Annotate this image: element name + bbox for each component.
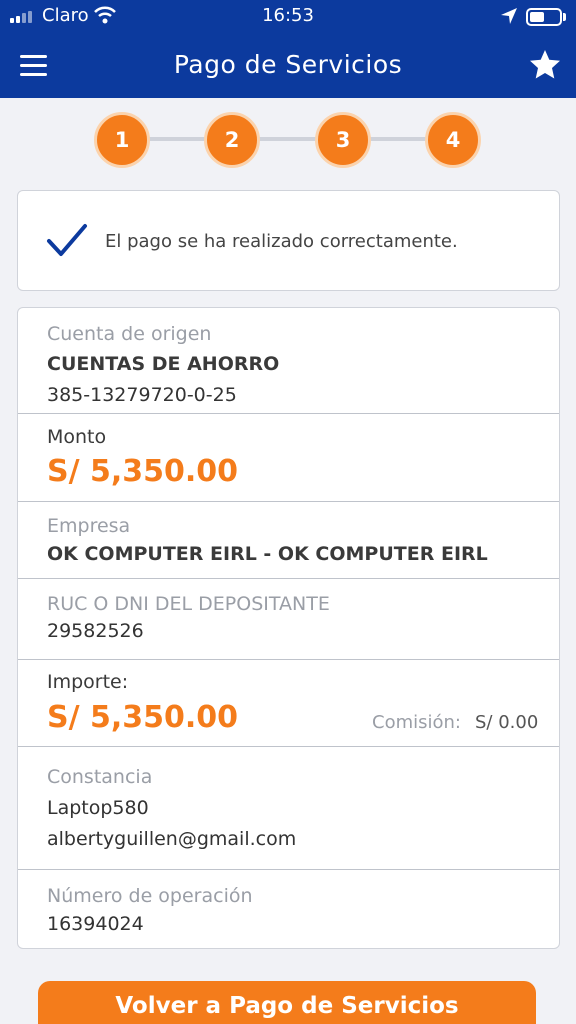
- receipt-section: Constancia Laptop580 albertyguillen@gmai…: [18, 747, 559, 870]
- operation-section: Número de operación 16394024: [18, 870, 559, 948]
- star-icon[interactable]: [528, 48, 562, 82]
- import-section: Importe: S/ 5,350.00 Comisión: S/ 0.00: [18, 660, 559, 747]
- confirmation-message: El pago se ha realizado correctamente.: [105, 231, 458, 252]
- step-1: 1: [94, 112, 150, 168]
- confirmation-card: El pago se ha realizado correctamente.: [17, 190, 560, 291]
- source-account-number: 385-13279720-0-25: [47, 384, 237, 406]
- source-account-label: Cuenta de origen: [47, 323, 212, 345]
- receipt-label: Constancia: [47, 766, 153, 788]
- company-section: Empresa OK COMPUTER EIRL - OK COMPUTER E…: [18, 502, 559, 579]
- stepper-line: [122, 137, 454, 141]
- back-to-payments-button[interactable]: Volver a Pago de Servicios: [38, 981, 536, 1024]
- app-header: Claro 16:53 Pago de Servicios: [0, 0, 576, 98]
- checkmark-icon: [47, 224, 87, 256]
- battery-tip: [563, 13, 566, 21]
- fee-value: S/ 0.00: [475, 712, 539, 733]
- page-title: Pago de Servicios: [173, 50, 403, 79]
- import-value: S/ 5,350.00: [47, 700, 239, 735]
- step-2: 2: [204, 112, 260, 168]
- location-arrow-icon: [501, 8, 517, 24]
- company-label: Empresa: [47, 515, 131, 537]
- depositor-section: RUC O DNI DEL DEPOSITANTE 29582526: [18, 579, 559, 660]
- amount-label: Monto: [47, 426, 107, 448]
- receipt-line-1: Laptop580: [47, 797, 149, 819]
- battery-icon: [526, 8, 562, 26]
- status-time: 16:53: [262, 5, 314, 26]
- step-3: 3: [315, 112, 371, 168]
- operation-label: Número de operación: [47, 885, 253, 907]
- depositor-value: 29582526: [47, 620, 144, 642]
- progress-stepper: 1 2 3 4: [0, 110, 576, 170]
- source-account-section: Cuenta de origen CUENTAS DE AHORRO 385-1…: [18, 308, 559, 414]
- fee-label: Comisión:: [372, 712, 461, 733]
- receipt-email: albertyguillen@gmail.com: [47, 828, 297, 850]
- payment-details-card: Cuenta de origen CUENTAS DE AHORRO 385-1…: [17, 307, 560, 949]
- amount-section: Monto S/ 5,350.00: [18, 414, 559, 502]
- step-4: 4: [425, 112, 481, 168]
- depositor-label: RUC O DNI DEL DEPOSITANTE: [47, 593, 330, 615]
- amount-value: S/ 5,350.00: [47, 454, 239, 489]
- operation-value: 16394024: [47, 913, 144, 935]
- source-account-type: CUENTAS DE AHORRO: [47, 353, 280, 375]
- import-label: Importe:: [47, 671, 129, 693]
- company-value: OK COMPUTER EIRL - OK COMPUTER EIRL: [47, 543, 488, 565]
- status-bar: Claro 16:53: [0, 0, 576, 34]
